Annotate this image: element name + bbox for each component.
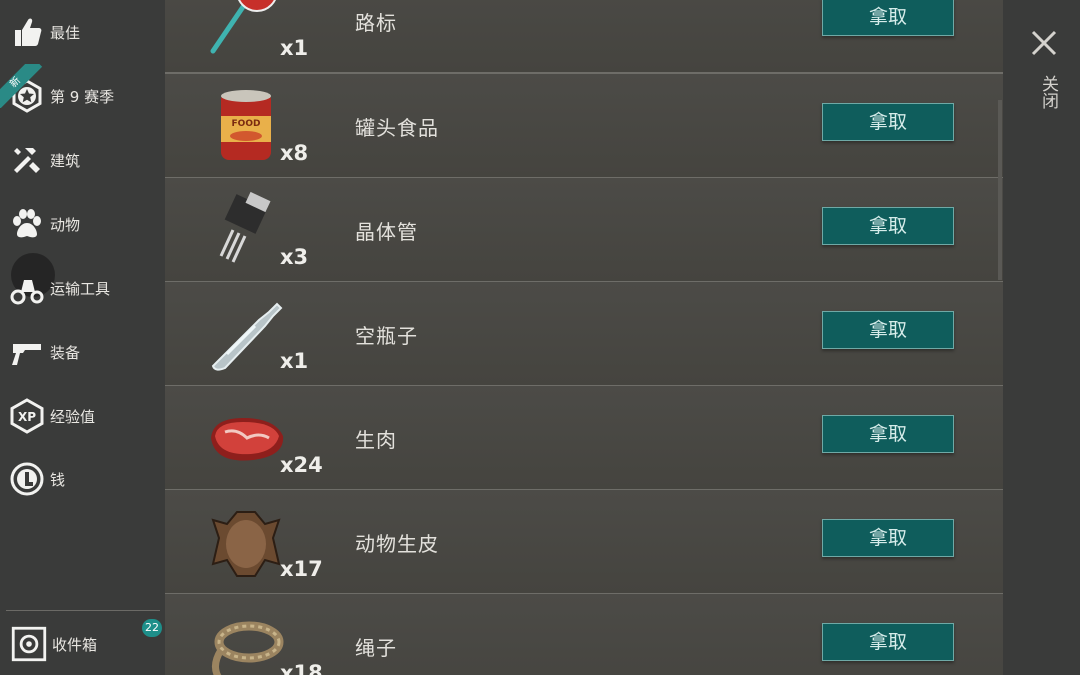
take-button[interactable]: 拿取 — [822, 103, 954, 141]
sidebar-item-label: 运输工具 — [50, 279, 111, 298]
take-button[interactable]: 拿取 — [822, 415, 954, 453]
list-item: x18 绳子 拿取 — [165, 594, 1003, 675]
list-item: FOOD x8 罐头食品 拿取 — [165, 74, 1003, 179]
sidebar-item-animals[interactable]: 动物 — [0, 197, 165, 251]
season-star-icon — [9, 78, 45, 114]
item-name: 路标 — [355, 11, 397, 35]
take-button[interactable]: 拿取 — [822, 623, 954, 661]
inbox-count-badge: 22 — [142, 619, 162, 637]
sidebar-item-label: 建筑 — [50, 151, 81, 170]
sidebar-item-label: 第 9 赛季 — [50, 87, 115, 106]
svg-text:XP: XP — [18, 410, 36, 424]
item-quantity: x1 — [280, 36, 309, 60]
sidebar-item-label: 钱 — [50, 470, 66, 489]
inbox-button[interactable]: 收件箱 — [0, 612, 165, 675]
list-item: x1 路标 拿取 — [165, 0, 1003, 74]
item-name: 动物生皮 — [355, 532, 439, 556]
item-name: 晶体管 — [355, 220, 418, 244]
sidebar-item-vehicles[interactable]: 运输工具 — [0, 261, 165, 315]
item-name: 罐头食品 — [355, 116, 439, 140]
inbox-label: 收件箱 — [52, 636, 98, 654]
sidebar-item-label: 动物 — [50, 215, 81, 234]
item-list[interactable]: x1 路标 拿取 FOOD x8 罐头食品 拿取 x3 晶体管 拿取 x1 空瓶… — [165, 0, 1003, 675]
xp-icon: XP — [9, 398, 45, 434]
canned-food-icon: FOOD — [203, 86, 289, 166]
animal-hide-icon — [203, 502, 289, 582]
sidebar-item-best[interactable]: 最佳 — [0, 5, 165, 59]
empty-bottle-icon — [203, 294, 289, 374]
item-quantity: x24 — [280, 453, 323, 477]
close-label: 关闭 — [1038, 75, 1058, 109]
item-quantity: x3 — [280, 245, 309, 269]
list-item: x1 空瓶子 拿取 — [165, 282, 1003, 387]
sidebar-item-season[interactable]: 第 9 赛季 — [0, 69, 165, 123]
item-quantity: x8 — [280, 141, 309, 165]
list-scrollbar[interactable] — [998, 100, 1002, 280]
sidebar: 最佳 第 9 赛季 新 建筑 动物 运输工具 装备 XP 经验值 钱 收件箱 2… — [0, 0, 165, 675]
close-button[interactable]: 关闭 — [1028, 27, 1062, 127]
paw-icon — [9, 206, 45, 242]
sidebar-item-label: 装备 — [50, 343, 81, 362]
raw-meat-icon — [203, 398, 289, 478]
coin-icon — [9, 461, 45, 497]
sidebar-item-equipment[interactable]: 装备 — [0, 325, 165, 379]
sidebar-item-money[interactable]: 钱 — [0, 452, 165, 506]
sidebar-item-label: 经验值 — [50, 407, 96, 426]
sidebar-item-xp[interactable]: XP 经验值 — [0, 389, 165, 443]
thumbs-up-icon — [9, 14, 45, 50]
road-sign-icon — [203, 0, 289, 61]
safe-icon — [11, 626, 47, 662]
take-button[interactable]: 拿取 — [822, 311, 954, 349]
item-name: 绳子 — [355, 636, 397, 660]
item-name: 空瓶子 — [355, 324, 418, 348]
take-button[interactable]: 拿取 — [822, 207, 954, 245]
item-name: 生肉 — [355, 428, 397, 452]
item-quantity: x1 — [280, 349, 309, 373]
list-item: x3 晶体管 拿取 — [165, 178, 1003, 283]
gun-icon — [9, 334, 45, 370]
take-button[interactable]: 拿取 — [822, 519, 954, 557]
take-button[interactable]: 拿取 — [822, 0, 954, 36]
list-item: x17 动物生皮 拿取 — [165, 490, 1003, 595]
right-panel: 关闭 — [1003, 0, 1080, 675]
build-tools-icon — [9, 142, 45, 178]
item-quantity: x18 — [280, 661, 323, 675]
sidebar-item-build[interactable]: 建筑 — [0, 133, 165, 187]
sidebar-divider — [6, 610, 160, 611]
item-quantity: x17 — [280, 557, 323, 581]
rope-icon — [203, 606, 289, 675]
transistor-icon — [203, 190, 289, 270]
svg-text:FOOD: FOOD — [232, 119, 261, 129]
sidebar-item-label: 最佳 — [50, 23, 81, 42]
close-icon — [1031, 30, 1057, 56]
vehicle-icon — [9, 270, 45, 306]
list-item: x24 生肉 拿取 — [165, 386, 1003, 491]
